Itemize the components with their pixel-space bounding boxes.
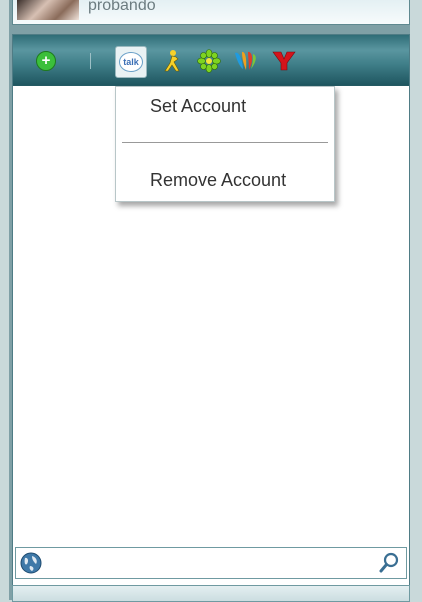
aim-icon (164, 50, 180, 72)
search-icon[interactable] (378, 552, 400, 574)
google-talk-icon: talk (119, 52, 143, 72)
menu-item-remove-account[interactable]: Remove Account (150, 170, 286, 191)
account-context-menu: Set Account Remove Account (115, 86, 335, 202)
add-contact-button[interactable]: + (33, 48, 59, 74)
account-toolbar: + talk (13, 35, 409, 86)
add-contact-icon: + (36, 51, 56, 71)
menu-separator (122, 142, 328, 143)
profile-bar: probando (12, 0, 410, 25)
yahoo-icon (272, 51, 296, 71)
globe-icon[interactable] (20, 552, 42, 574)
username: probando (88, 0, 156, 14)
msn-icon (235, 51, 256, 70)
msn-button[interactable] (233, 48, 259, 74)
aim-button[interactable] (159, 48, 185, 74)
toolbar-separator (90, 53, 91, 69)
menu-item-set-account[interactable]: Set Account (150, 96, 246, 117)
status-bar (12, 585, 410, 602)
icq-button[interactable] (196, 48, 222, 74)
yahoo-button[interactable] (271, 48, 297, 74)
google-talk-button[interactable]: talk (115, 46, 147, 78)
icq-icon (197, 49, 221, 73)
search-bar (15, 547, 407, 579)
avatar[interactable] (17, 0, 79, 20)
search-input[interactable] (48, 553, 372, 575)
